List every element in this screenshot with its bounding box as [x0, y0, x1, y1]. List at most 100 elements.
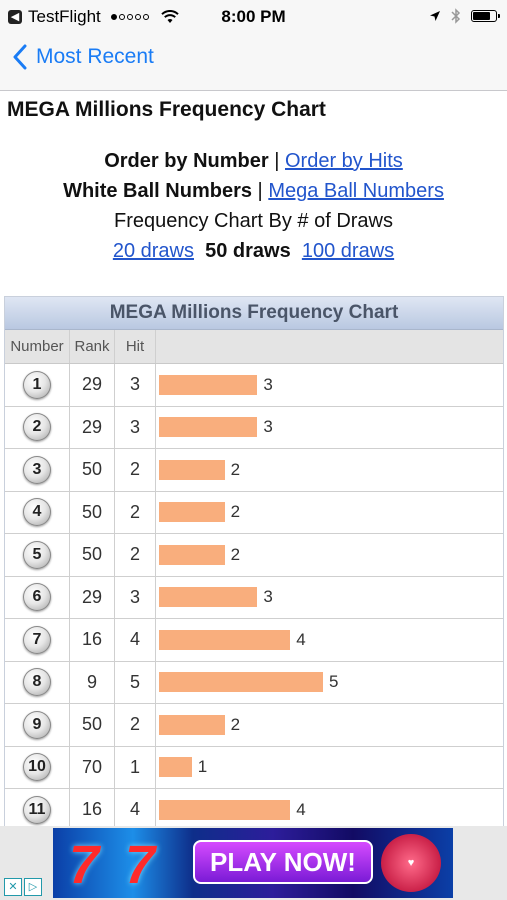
bar-value-label: 3: [263, 587, 273, 607]
hit-cell: 2: [115, 704, 156, 746]
slot-seven-icon: 7: [69, 835, 100, 895]
table-row: 1 29 3 3: [5, 364, 503, 407]
hit-cell: 3: [115, 364, 156, 406]
status-right: [429, 8, 500, 24]
hit-cell: 2: [115, 449, 156, 491]
bar-cell: 2: [156, 449, 503, 491]
bar-cell: 2: [156, 534, 503, 576]
hit-cell: 5: [115, 661, 156, 703]
frequency-bar: [159, 799, 291, 820]
frequency-bar: [159, 714, 225, 735]
bar-value-label: 2: [230, 714, 241, 734]
rank-cell: 70: [70, 746, 115, 788]
bar-cell: 3: [156, 364, 503, 406]
column-header-rank: Rank: [70, 330, 115, 363]
rank-cell: 50: [70, 704, 115, 746]
bar-value-label: 2: [230, 459, 241, 479]
rank-cell: 50: [70, 534, 115, 576]
bluetooth-icon: [451, 8, 461, 24]
hit-cell: 2: [115, 534, 156, 576]
separator: |: [257, 180, 263, 202]
mega-ball-numbers-link[interactable]: Mega Ball Numbers: [268, 180, 444, 202]
slot-seven-icon: 7: [125, 835, 156, 895]
number-cell: 9: [5, 704, 70, 746]
column-header-hit: Hit: [115, 330, 156, 363]
ad-info-icon[interactable]: ▷: [24, 878, 42, 896]
hit-cell: 1: [115, 746, 156, 788]
draws-heading: Frequency Chart By # of Draws: [114, 210, 393, 232]
hit-cell: 3: [115, 406, 156, 448]
play-now-button[interactable]: PLAY NOW!: [193, 840, 373, 884]
bar-value-label: 4: [296, 629, 306, 649]
ad-area: ✕ ▷ 7 7 PLAY NOW! ♥: [0, 826, 507, 900]
rank-cell: 9: [70, 661, 115, 703]
number-cell: 1: [5, 364, 70, 406]
bar-cell: 3: [156, 407, 503, 449]
bar-cell: 2: [156, 492, 503, 534]
frequency-bar: [159, 544, 225, 565]
draws-50-label: 50 draws: [205, 240, 291, 262]
number-cell: 3: [5, 449, 70, 491]
table-row: 7 16 4 4: [5, 619, 503, 662]
bar-value-label: 5: [329, 672, 339, 692]
frequency-bar: [159, 629, 291, 650]
number-cell: 6: [5, 576, 70, 618]
number-cell: 10: [5, 746, 70, 788]
lottery-ball-icon: 7: [23, 625, 51, 654]
ball-type-options: White Ball Numbers | Mega Ball Numbers: [0, 180, 507, 203]
bar-value-label: 4: [296, 799, 306, 819]
ad-close-icon[interactable]: ✕: [4, 878, 22, 896]
separator: |: [274, 150, 280, 172]
lottery-ball-icon: 3: [23, 455, 51, 484]
draws-20-link[interactable]: 20 draws: [113, 240, 194, 262]
table-row: 4 50 2 2: [5, 491, 503, 534]
lottery-ball-icon: 11: [23, 795, 51, 824]
lottery-ball-icon: 9: [23, 710, 51, 739]
table-row: 3 50 2 2: [5, 449, 503, 492]
table-row: 6 29 3 3: [5, 576, 503, 619]
ad-banner[interactable]: 7 7 PLAY NOW! ♥: [53, 828, 453, 898]
table-row: 8955: [5, 661, 503, 704]
rank-cell: 16: [70, 619, 115, 661]
frequency-bar: [159, 587, 258, 608]
table-header-row: Number Rank Hit: [5, 330, 503, 364]
lottery-ball-icon: 6: [23, 583, 51, 612]
column-header-number: Number: [5, 330, 70, 363]
lottery-ball-icon: 4: [23, 498, 51, 527]
bar-cell: 4: [156, 789, 503, 831]
table-row: 5 50 2 2: [5, 534, 503, 577]
back-button[interactable]: Most Recent: [12, 44, 154, 70]
lottery-ball-icon: 2: [23, 413, 51, 442]
back-label: Most Recent: [36, 45, 154, 68]
frequency-table: MEGA Millions Frequency Chart Number Ran…: [4, 296, 504, 833]
ad-choices[interactable]: ✕ ▷: [4, 878, 42, 896]
bar-value-label: 3: [263, 417, 273, 437]
lottery-ball-icon: 8: [23, 668, 51, 697]
frequency-bar: [159, 502, 225, 523]
table-title: MEGA Millions Frequency Chart: [5, 297, 503, 330]
hit-cell: 2: [115, 491, 156, 533]
column-header-bar: [156, 330, 503, 363]
page-title: MEGA Millions Frequency Chart: [7, 98, 326, 121]
number-cell: 2: [5, 406, 70, 448]
rank-cell: 16: [70, 789, 115, 831]
battery-icon: [471, 10, 500, 22]
lottery-ball-icon: 1: [23, 370, 51, 399]
number-cell: 11: [5, 789, 70, 831]
bar-value-label: 2: [230, 502, 241, 522]
bar-cell: 4: [156, 619, 503, 661]
order-by-number-label: Order by Number: [104, 150, 269, 172]
frequency-bar: [159, 459, 225, 480]
lottery-ball-icon: 5: [23, 540, 51, 569]
navigation-bar: Most Recent: [0, 32, 507, 91]
lottery-ball-icon: 10: [23, 753, 51, 782]
order-by-hits-link[interactable]: Order by Hits: [285, 150, 403, 172]
frequency-bar: [159, 757, 192, 778]
bar-cell: 1: [156, 747, 503, 789]
draw-count-options: 20 draws 50 draws 100 draws: [0, 240, 507, 263]
rank-cell: 29: [70, 364, 115, 406]
rank-cell: 50: [70, 491, 115, 533]
draws-100-link[interactable]: 100 draws: [302, 240, 394, 262]
heart-of-vegas-logo: ♥: [381, 834, 441, 892]
order-options: Order by Number | Order by Hits: [0, 150, 507, 173]
